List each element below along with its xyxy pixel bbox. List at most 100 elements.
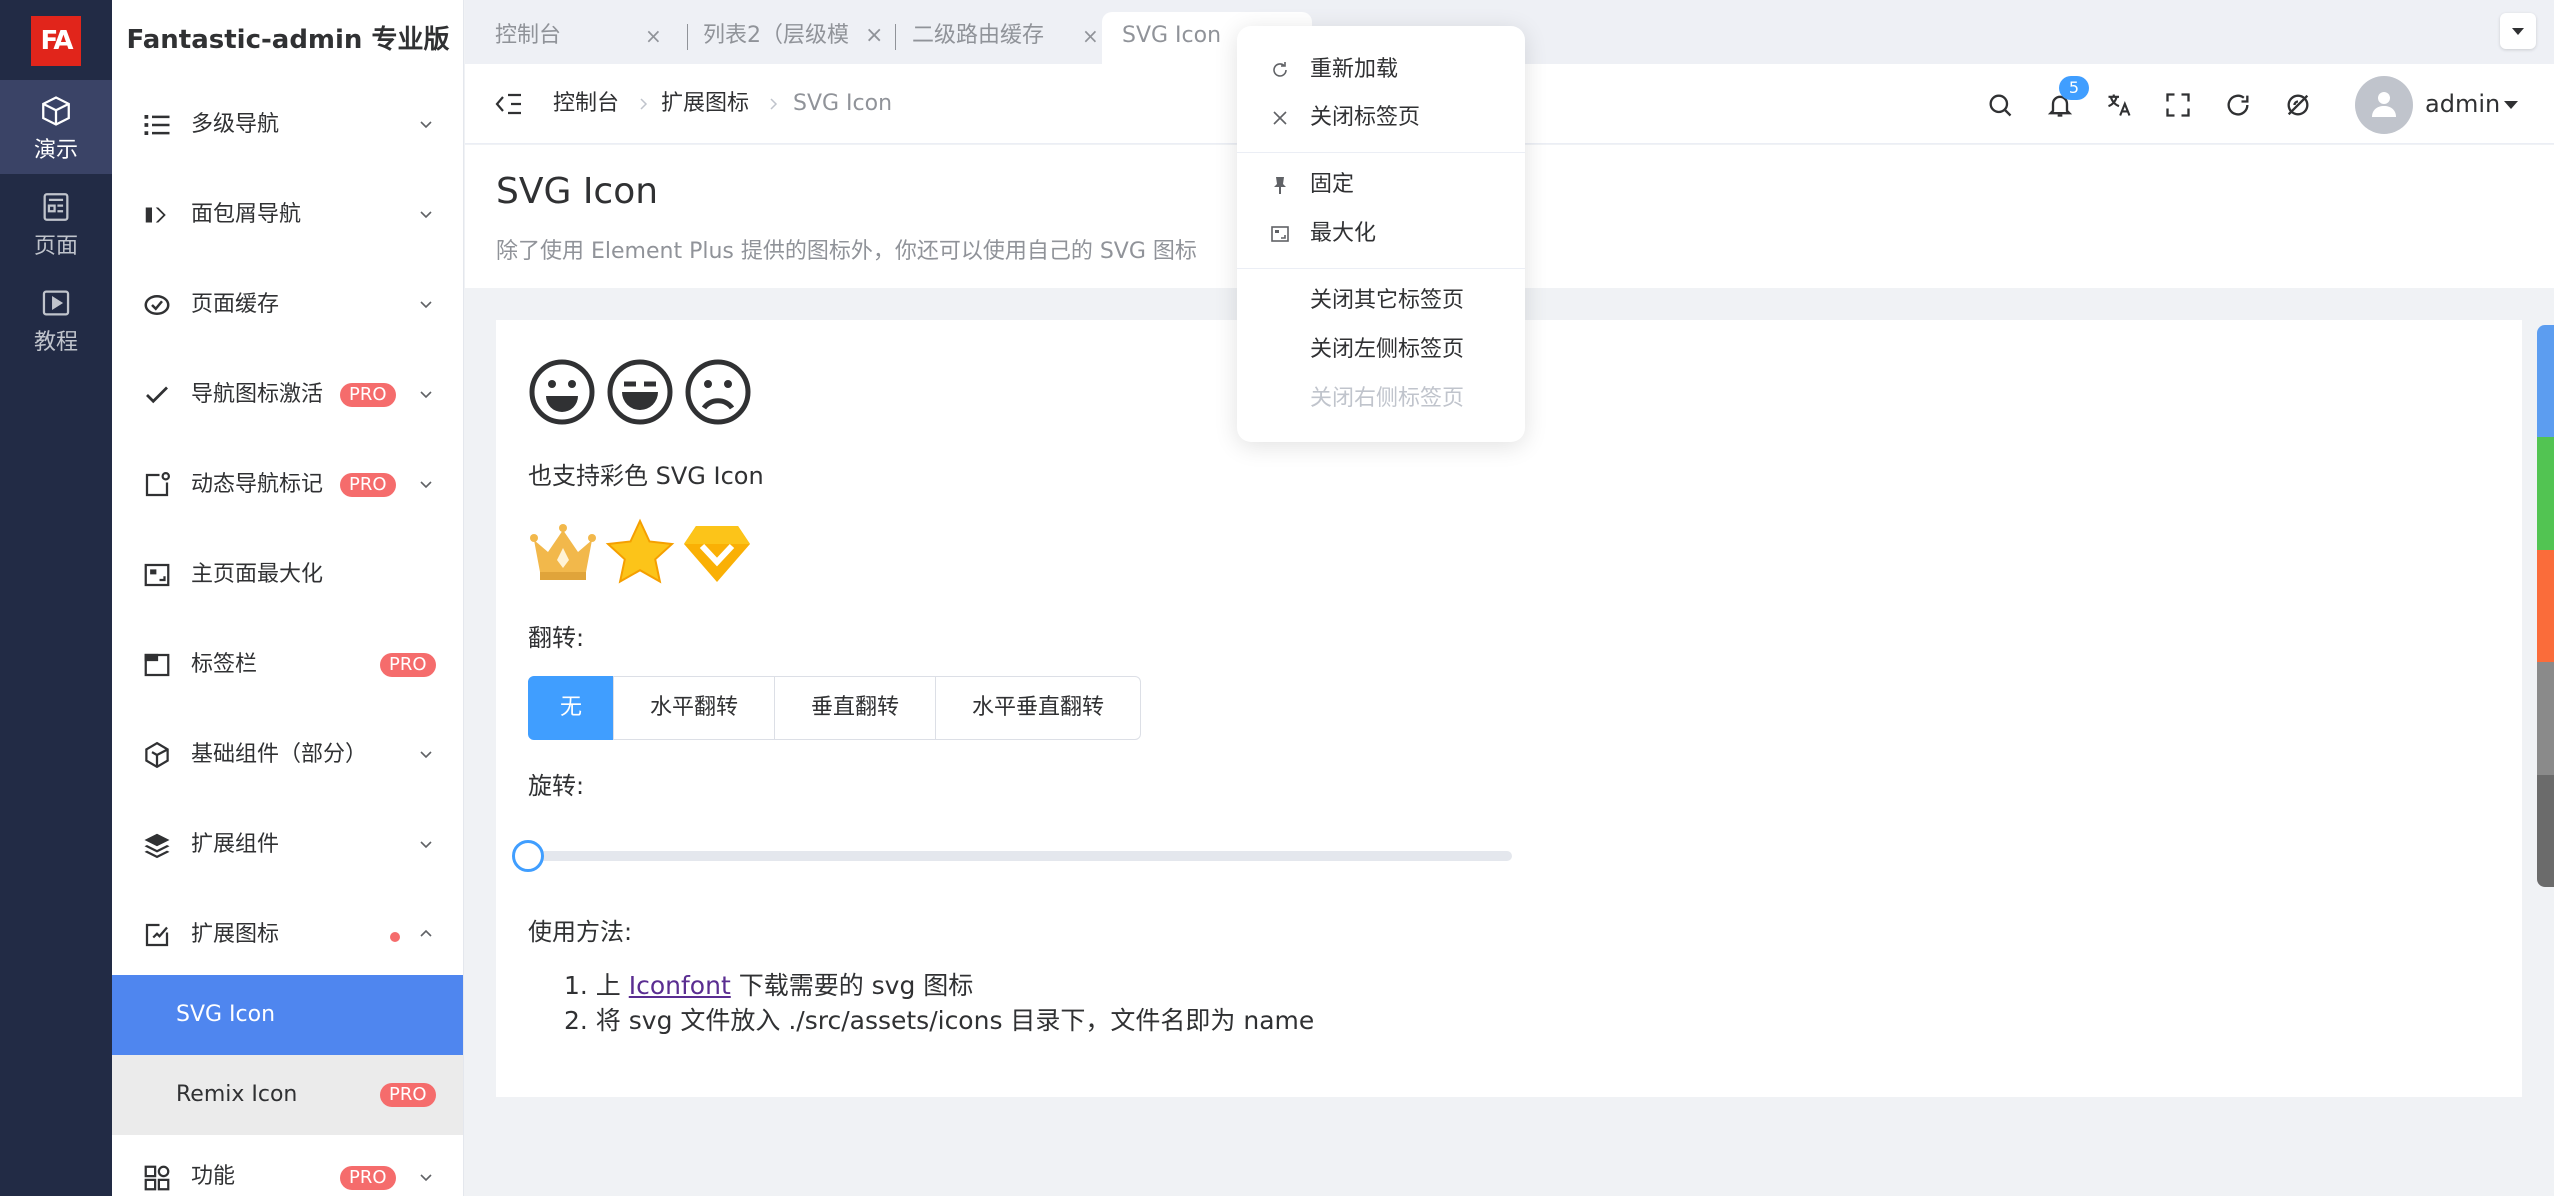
ctx-close-left[interactable]: 关闭左侧标签页 [1237,326,1525,374]
flip-vertical-button[interactable]: 垂直翻转 [774,676,937,740]
sidebar-item-label: 页面缓存 [191,292,280,317]
close-icon[interactable]: × [645,12,662,60]
sidebar-item-basic-components[interactable]: 基础组件（部分） [112,710,463,800]
fullscreen-icon[interactable] [2164,91,2192,119]
chevron-down-icon [420,841,432,849]
tab-dashboard[interactable]: 控制台 × [495,12,675,64]
ctx-label: 关闭左侧标签页 [1310,337,1465,362]
avatar[interactable] [2355,76,2413,134]
user-icon [2372,92,2396,117]
layers-icon [144,833,170,859]
theme-swatch-blue[interactable] [2537,325,2554,438]
refresh-icon[interactable] [2224,91,2252,119]
mark-icon [145,472,170,497]
check-icon [146,386,168,404]
theme-swatch-orange[interactable] [2537,549,2554,663]
close-icon[interactable]: × [1082,12,1099,60]
sidebar-item-page-cache[interactable]: 页面缓存 [112,260,463,350]
sidebar-subitem-label: Remix Icon [176,1082,298,1107]
breadcrumb-item[interactable]: 扩展图标 [661,64,749,144]
main-nav-label: 演示 [33,138,78,163]
flip-both-button[interactable]: 水平垂直翻转 [935,676,1142,740]
user-name[interactable]: admin [2425,64,2500,144]
sidebar-subitem-label: SVG Icon [176,1002,276,1027]
sidebar-subitem-svg-icon[interactable]: SVG Icon [112,975,463,1055]
tabbar-icon [144,653,170,677]
flip-horizontal-button[interactable]: 水平翻转 [613,676,776,740]
usage-step-1: 1. 上 Iconfont 下载需要的 svg 图标 [564,968,1314,1003]
sidebar-item-main-page-maximize[interactable]: 主页面最大化 [112,530,463,620]
app-logo[interactable]: FA [31,16,81,66]
chevron-right-icon [770,98,778,110]
sidebar-item-multilevel-nav[interactable]: 多级导航 [112,80,463,170]
rotate-slider-handle[interactable] [512,840,544,872]
ctx-maximize[interactable]: 最大化 [1237,210,1525,258]
theme-icon[interactable] [2284,91,2312,119]
chevron-down-icon [420,301,432,309]
theme-color-strip[interactable] [2537,325,2554,887]
sidebar-item-nav-icon-active[interactable]: 导航图标激活 PRO [112,350,463,440]
sidebar-item-label: 标签栏 [191,652,258,677]
sidebar-item-tabbar[interactable]: 标签栏 PRO [112,620,463,710]
main-sidebar: FA 演示 页面 教程 [0,0,112,1196]
sidebar-item-breadcrumb-nav[interactable]: 面包屑导航 [112,170,463,260]
page-title: SVG Icon [496,171,659,212]
search-icon[interactable] [1986,91,2014,119]
sidebar-subitem-remix-icon[interactable]: Remix Icon PRO [112,1055,463,1135]
maximize-icon [1271,226,1289,242]
tab-level2-route-cache[interactable]: 二级路由缓存 × [912,12,1112,64]
pro-badge: PRO [340,1166,396,1190]
sidebar-item-extended-components[interactable]: 扩展组件 [112,800,463,890]
menu-fold-icon[interactable] [495,91,523,117]
tab-label: 列表2（层级模 [703,23,849,48]
ctx-pin[interactable]: 固定 [1237,161,1525,209]
close-icon[interactable]: × [865,12,885,64]
translate-icon[interactable] [2105,91,2133,119]
ctx-reload[interactable]: 重新加载 [1237,46,1525,94]
theme-swatch-dark-gray[interactable] [2537,774,2554,887]
sidebar-item-dynamic-nav-mark[interactable]: 动态导航标记 PRO [112,440,463,530]
chevron-down-icon [420,211,432,219]
sidebar-item-label: 动态导航标记 [191,472,324,497]
flip-none-button[interactable]: 无 [528,676,615,740]
main-nav-tutorial[interactable]: 教程 [0,272,112,366]
rotate-label: 旋转: [528,772,585,800]
page-icon [43,193,69,221]
main-nav-page[interactable]: 页面 [0,176,112,270]
sidebar-item-features[interactable]: 功能 PRO [112,1135,463,1196]
iconfont-link[interactable]: Iconfont [629,971,731,1000]
usage-step-text: 下载需要的 svg 图标 [730,971,974,1000]
ctx-close-tab[interactable]: 关闭标签页 [1237,94,1525,142]
main-nav-demo[interactable]: 演示 [0,80,112,174]
sidebar-item-label: 面包屑导航 [191,202,302,227]
sidebar-item-extended-icons[interactable]: 扩展图标 [112,890,463,980]
tab-label: 控制台 [495,23,562,48]
list-icon [144,115,170,135]
apps-icon [144,1165,170,1191]
breadcrumb-item[interactable]: 控制台 [553,64,619,144]
tab-more-button[interactable] [2500,13,2536,49]
close-icon [1273,111,1287,125]
sidebar-title: Fantastic-admin 专业版 [126,25,450,55]
ctx-close-others[interactable]: 关闭其它标签页 [1237,277,1525,325]
sidebar-item-label: 扩展组件 [191,832,280,857]
extend-icon [145,923,169,947]
pro-badge: PRO [380,653,436,677]
smile-face-icon [529,359,595,425]
notification-dot [390,932,400,942]
usage-step-2: 2. 将 svg 文件放入 ./src/assets/icons 目录下，文件名… [564,1006,1315,1035]
tab-context-menu: 重新加载 关闭标签页 固定 最大化 关闭其它标签页 关闭左侧标签页 关闭右侧标签… [1237,26,1525,442]
crown-icon [530,524,596,580]
breadcrumb-current: SVG Icon [793,91,893,116]
star-icon [605,518,675,584]
sidebar-item-label: 扩展图标 [191,922,280,947]
main-nav-label: 教程 [33,330,78,355]
rotate-slider-track[interactable] [528,851,1512,861]
component-icon [145,741,169,769]
sub-sidebar: Fantastic-admin 专业版 多级导航 面包屑导航 页面缓存 导航图标… [112,0,464,1196]
ctx-label: 关闭标签页 [1310,105,1421,130]
flip-button-group: 无 水平翻转 垂直翻转 水平垂直翻转 [528,676,1142,740]
theme-swatch-gray[interactable] [2537,662,2554,775]
theme-swatch-green[interactable] [2537,437,2554,550]
caret-down-icon[interactable] [2504,101,2518,109]
